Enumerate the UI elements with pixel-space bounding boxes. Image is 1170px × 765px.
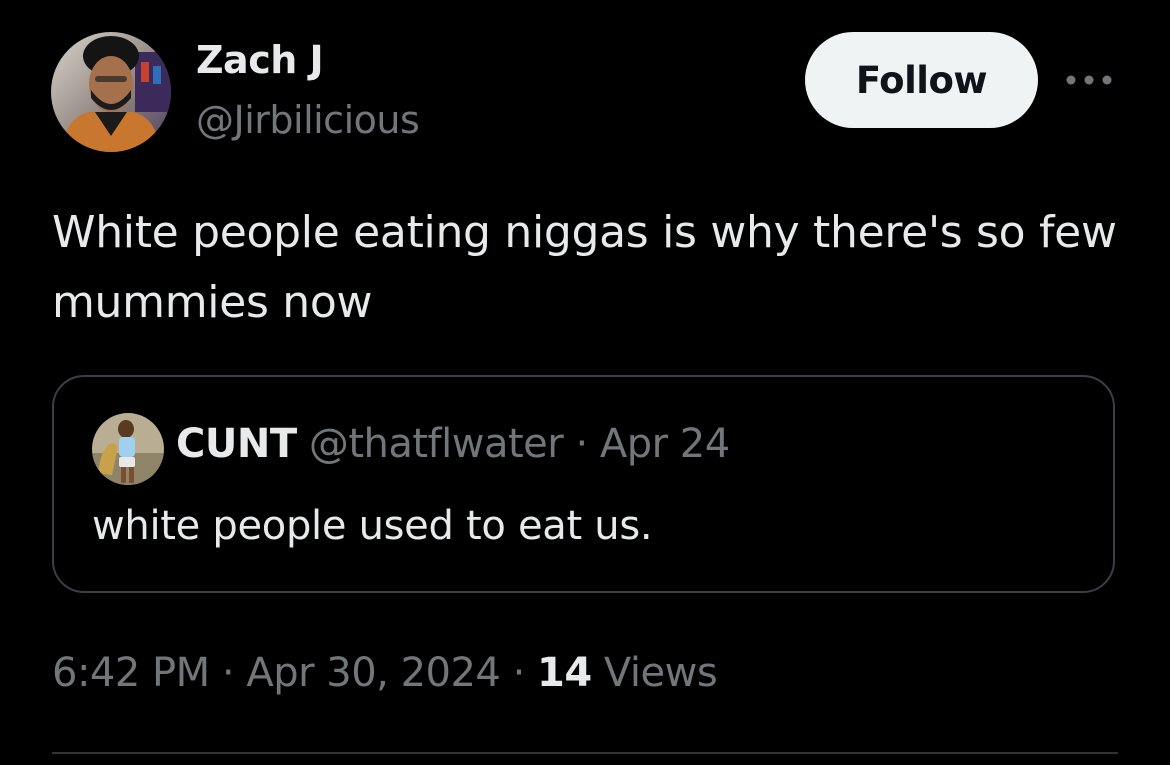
quoted-author-name: CUNT [176, 421, 297, 467]
meta-separator: · [221, 650, 235, 696]
tweet-time[interactable]: 6:42 PM [52, 650, 210, 696]
views-count[interactable]: 14 [537, 650, 592, 696]
quoted-tweet-card[interactable]: CUNT @thatflwater · Apr 24 white people … [52, 375, 1115, 593]
tweet-date[interactable]: Apr 30, 2024 [246, 650, 501, 696]
meta-separator: · [512, 650, 526, 696]
tweet-meta: 6:42 PM · Apr 30, 2024 · 14 Views [52, 650, 718, 696]
more-options-button[interactable] [1063, 64, 1115, 96]
tweet-text: White people eating niggas is why there'… [52, 207, 1117, 328]
author-name[interactable]: Zach J [196, 38, 324, 82]
ellipsis-icon [1066, 75, 1112, 85]
follow-button-label: Follow [855, 58, 988, 102]
quoted-author-avatar [92, 413, 164, 485]
quoted-date: Apr 24 [599, 421, 730, 467]
views-label[interactable]: Views [604, 650, 718, 696]
author-handle[interactable]: @Jirbilicious [196, 98, 420, 142]
author-avatar[interactable] [51, 32, 171, 152]
divider [52, 752, 1118, 754]
quoted-tweet-text: white people used to eat us. [92, 503, 653, 549]
quoted-separator: · [575, 421, 588, 467]
quoted-author-handle: @thatflwater [308, 421, 564, 467]
follow-button[interactable]: Follow [805, 32, 1038, 128]
quoted-tweet-header: CUNT @thatflwater · Apr 24 [176, 421, 730, 467]
